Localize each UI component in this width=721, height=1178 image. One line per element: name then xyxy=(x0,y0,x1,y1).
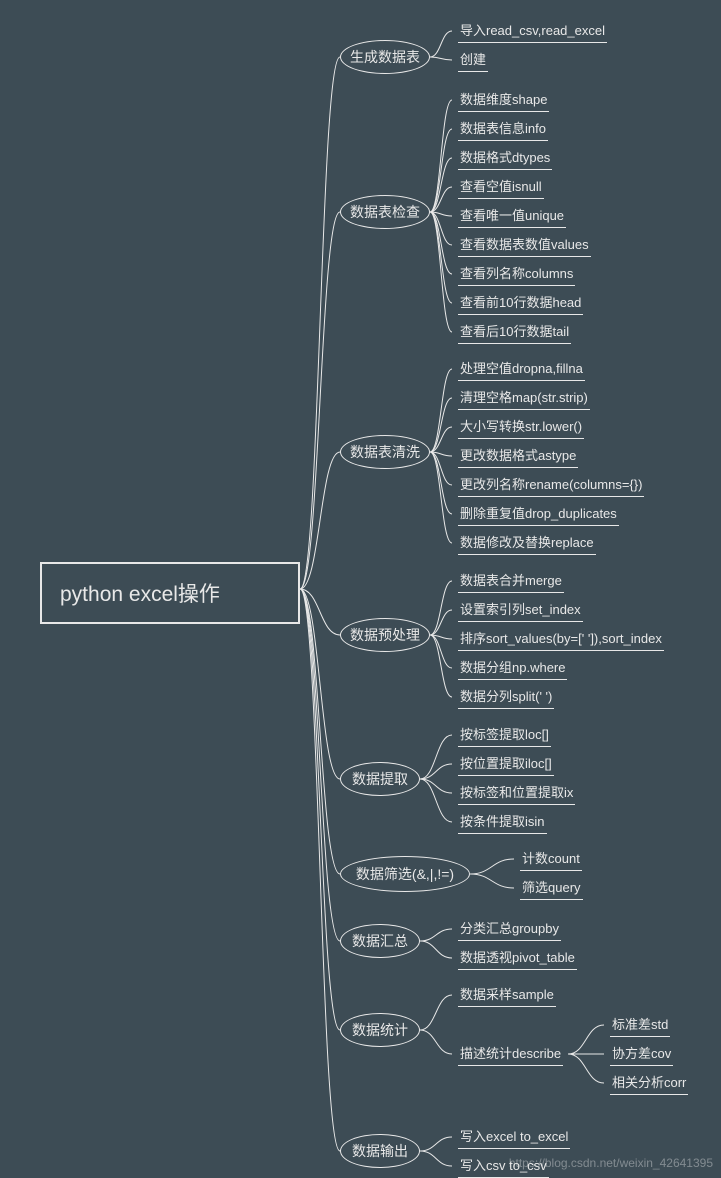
branch-b0: 生成数据表 xyxy=(340,40,430,74)
leaf-b3-3: 数据分组np.where xyxy=(458,659,567,680)
leaf-b1-3: 查看空值isnull xyxy=(458,178,544,199)
leaf-b8-0: 写入excel to_excel xyxy=(458,1128,570,1149)
branch-b3: 数据预处理 xyxy=(340,618,430,652)
branch-b6: 数据汇总 xyxy=(340,924,420,958)
leaf-b1-8: 查看后10行数据tail xyxy=(458,323,571,344)
branch-b4: 数据提取 xyxy=(340,762,420,796)
leaf-b5-0: 计数count xyxy=(520,850,582,871)
branch-b2: 数据表清洗 xyxy=(340,435,430,469)
watermark-text: https://blog.csdn.net/weixin_42641395 xyxy=(509,1156,713,1170)
leaf-b4-2: 按标签和位置提取ix xyxy=(458,784,575,805)
leaf-b5-1: 筛选query xyxy=(520,879,583,900)
leaf-b1-2: 数据格式dtypes xyxy=(458,149,552,170)
leaf-b2-5: 删除重复值drop_duplicates xyxy=(458,505,619,526)
leaf-b3-4: 数据分列split(' ') xyxy=(458,688,554,709)
leaf-b0-0: 导入read_csv,read_excel xyxy=(458,22,607,43)
branch-b1: 数据表检查 xyxy=(340,195,430,229)
leaf-b1-7: 查看前10行数据head xyxy=(458,294,583,315)
leaf-b1-5: 查看数据表数值values xyxy=(458,236,591,257)
leaf-b1-0: 数据维度shape xyxy=(458,91,549,112)
branch-b7: 数据统计 xyxy=(340,1013,420,1047)
leaf-b1-6: 查看列名称columns xyxy=(458,265,575,286)
leaf-b1-4: 查看唯一值unique xyxy=(458,207,566,228)
leaf-b1-1: 数据表信息info xyxy=(458,120,548,141)
root-node: python excel操作 xyxy=(40,562,300,624)
leaf-b3-2: 排序sort_values(by=[' ']),sort_index xyxy=(458,630,664,651)
leaf-b7-0: 数据采样sample xyxy=(458,986,556,1007)
leaf-b4-1: 按位置提取iloc[] xyxy=(458,755,554,776)
leaf-b3-0: 数据表合并merge xyxy=(458,572,564,593)
branch-b8: 数据输出 xyxy=(340,1134,420,1168)
leaf-b3-1: 设置索引列set_index xyxy=(458,601,583,622)
leaf-b4-3: 按条件提取isin xyxy=(458,813,547,834)
branch-b5: 数据筛选(&,|,!=) xyxy=(340,856,470,892)
leaf-b7-1: 描述统计describe xyxy=(458,1045,563,1066)
leaf-b6-1: 数据透视pivot_table xyxy=(458,949,577,970)
leaf-b2-1: 清理空格map(str.strip) xyxy=(458,389,590,410)
subleaf-b7-1-0: 标准差std xyxy=(610,1016,670,1037)
leaf-b0-1: 创建 xyxy=(458,51,488,72)
leaf-b4-0: 按标签提取loc[] xyxy=(458,726,551,747)
leaf-b6-0: 分类汇总groupby xyxy=(458,920,561,941)
leaf-b2-4: 更改列名称rename(columns={}) xyxy=(458,476,644,497)
leaf-b2-2: 大小写转换str.lower() xyxy=(458,418,584,439)
leaf-b2-0: 处理空值dropna,fillna xyxy=(458,360,585,381)
leaf-b2-6: 数据修改及替换replace xyxy=(458,534,596,555)
leaf-b2-3: 更改数据格式astype xyxy=(458,447,578,468)
subleaf-b7-1-2: 相关分析corr xyxy=(610,1074,688,1095)
subleaf-b7-1-1: 协方差cov xyxy=(610,1045,673,1066)
